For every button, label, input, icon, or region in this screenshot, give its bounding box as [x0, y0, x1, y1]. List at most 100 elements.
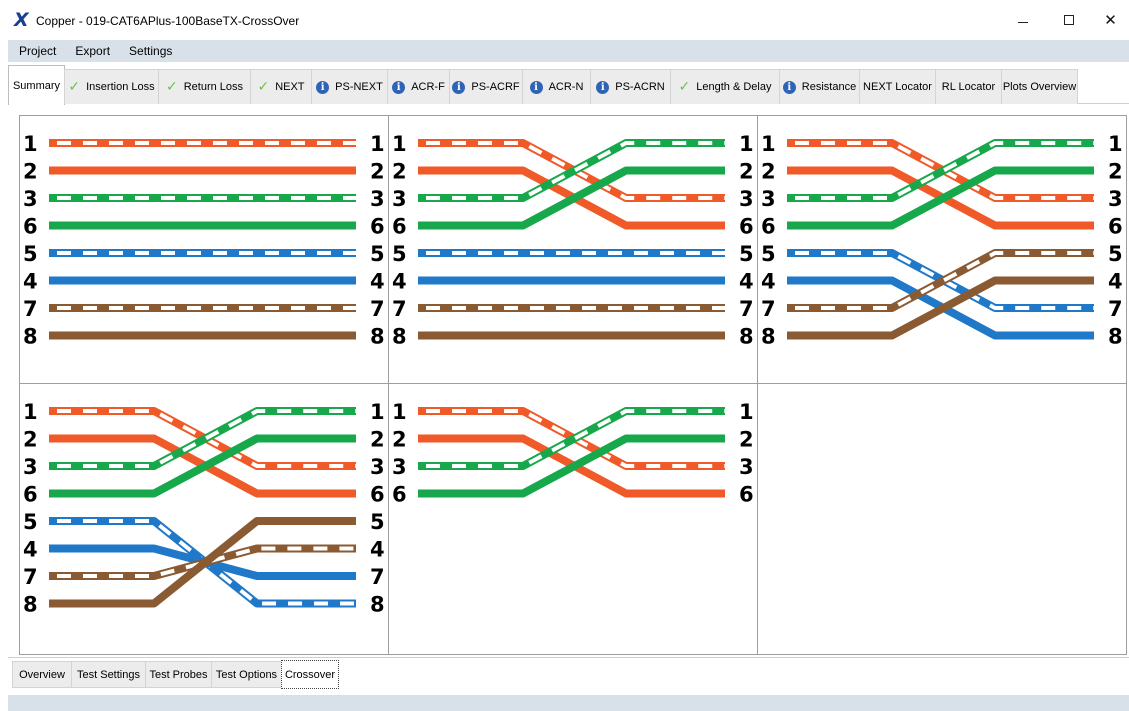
left-pin-label: 6 [23, 483, 38, 507]
wiremap-svg: 1 2 3 6 5 4 7 8 1 2 3 6 5 4 7 8 [761, 132, 1123, 349]
left-pin-label: 5 [392, 242, 407, 266]
right-pin-label: 6 [370, 215, 385, 239]
tab-next-locator[interactable]: NEXT Locator [859, 69, 936, 104]
left-pin-label: 4 [392, 270, 407, 294]
right-pin-label: 1 [370, 400, 385, 424]
right-pin-label: 3 [739, 187, 754, 211]
tab-ps-acrf[interactable]: i PS-ACRF [449, 69, 523, 104]
left-pin-label: 1 [23, 132, 38, 156]
tab-return-loss[interactable]: ✓ Return Loss [158, 69, 251, 104]
left-pin-label: 2 [392, 160, 407, 184]
left-pin-label: 3 [23, 455, 38, 479]
title-bar: X Copper - 019-CAT6APlus-100BaseTX-Cross… [0, 0, 1129, 40]
bottom-tab-overview[interactable]: Overview [12, 661, 72, 688]
right-pin-label: 6 [739, 483, 754, 507]
wiremap-svg: 1 2 3 6 5 4 7 8 1 2 3 6 5 4 7 8 [392, 132, 754, 349]
right-pin-label: 3 [370, 187, 385, 211]
test-tab-strip: Summary ✓ Insertion Loss ✓ Return Loss ✓ NEXT i… [8, 62, 1129, 105]
left-pin-label: 4 [761, 270, 776, 294]
left-pin-label: 6 [392, 483, 407, 507]
right-pin-label: 8 [370, 325, 385, 349]
tab-label: Plots Overview [1002, 81, 1077, 93]
empty-cell [758, 384, 1126, 654]
tab-label: PS-ACRF [471, 81, 520, 93]
right-pin-label: 1 [1108, 132, 1123, 156]
tab-ps-next[interactable]: i PS-NEXT [311, 69, 388, 104]
menu-project[interactable]: Project [8, 40, 64, 62]
window-title: Copper - 019-CAT6APlus-100BaseTX-CrossOv… [36, 14, 300, 28]
right-pin-label: 6 [370, 483, 385, 507]
wiremap-crossover-all-pairs-twisted: 1 2 3 6 5 4 7 8 1 2 3 6 5 4 7 8 [20, 384, 389, 654]
menu-export[interactable]: Export [64, 40, 118, 62]
checkmark-icon: ✓ [165, 79, 178, 95]
wire-brown-8 [49, 517, 356, 608]
left-pin-label: 2 [23, 428, 38, 452]
checkmark-icon: ✓ [68, 79, 81, 95]
left-pin-label: 4 [23, 538, 38, 562]
right-pin-label: 5 [1108, 242, 1123, 266]
tab-resistance[interactable]: i Resistance [779, 69, 860, 104]
wiremap-crossover-four-wire: 1 2 3 6 1 2 3 6 [389, 384, 758, 654]
wiremap-crossover-orange-green: 1 2 3 6 5 4 7 8 1 2 3 6 5 4 7 8 [389, 116, 758, 384]
info-icon: i [392, 80, 406, 94]
left-pin-label: 7 [23, 297, 38, 321]
right-pin-label: 6 [739, 215, 754, 239]
tab-label: Return Loss [183, 81, 244, 93]
bottom-tab-test-options[interactable]: Test Options [211, 661, 282, 688]
right-pin-label: 4 [370, 538, 385, 562]
app-logo-icon: X [14, 9, 29, 31]
right-pin-label: 2 [739, 428, 754, 452]
left-pin-label: 6 [761, 215, 776, 239]
info-icon: i [596, 80, 610, 94]
wiremap-svg: 1 2 3 6 5 4 7 8 1 2 3 6 5 4 7 8 [23, 132, 385, 349]
right-pin-label: 2 [370, 160, 385, 184]
left-pin-label: 3 [392, 187, 407, 211]
tab-label: ACR-F [411, 81, 445, 93]
minimize-button[interactable] [1000, 0, 1046, 40]
tab-acr-n[interactable]: i ACR-N [522, 69, 591, 104]
tab-length-delay[interactable]: ✓ Length & Delay [670, 69, 780, 104]
right-pin-label: 4 [739, 270, 754, 294]
wiremap-grid: 1236547812365478123654781236547812365478… [19, 115, 1127, 655]
left-pin-label: 8 [23, 325, 38, 349]
tab-plots-overview[interactable]: Plots Overview [1001, 69, 1078, 104]
info-icon: i [782, 80, 796, 94]
tab-insertion-loss[interactable]: ✓ Insertion Loss [64, 69, 159, 104]
menu-settings[interactable]: Settings [118, 40, 180, 62]
right-pin-label: 8 [1108, 325, 1123, 349]
maximize-button[interactable] [1046, 0, 1092, 40]
tab-label: Resistance [801, 81, 857, 93]
bottom-tab-crossover[interactable]: Crossover [281, 660, 339, 689]
crossover-panel: 1236547812365478123654781236547812365478… [8, 105, 1129, 657]
tab-ps-acrn[interactable]: i PS-ACRN [590, 69, 671, 104]
wiremap-svg: 1 2 3 6 1 2 3 6 [392, 400, 754, 507]
tab-acr-f[interactable]: i ACR-F [387, 69, 450, 104]
info-icon: i [529, 80, 543, 94]
left-pin-label: 7 [23, 565, 38, 589]
close-button[interactable]: ✕ [1092, 0, 1129, 40]
app-window: X Copper - 019-CAT6APlus-100BaseTX-Cross… [0, 0, 1129, 711]
tab-next[interactable]: ✓ NEXT [250, 69, 312, 104]
left-pin-label: 5 [23, 242, 38, 266]
left-pin-label: 2 [23, 160, 38, 184]
tab-label: PS-NEXT [335, 81, 383, 93]
right-pin-label: 3 [370, 455, 385, 479]
maximize-icon [1064, 15, 1074, 25]
left-pin-label: 6 [23, 215, 38, 239]
bottom-tab-test-settings[interactable]: Test Settings [71, 661, 146, 688]
left-pin-label: 8 [761, 325, 776, 349]
left-pin-label: 1 [392, 400, 407, 424]
bottom-tab-test-probes[interactable]: Test Probes [145, 661, 212, 688]
right-pin-label: 8 [370, 593, 385, 617]
right-pin-label: 2 [739, 160, 754, 184]
right-pin-label: 1 [739, 400, 754, 424]
tab-summary[interactable]: Summary [8, 65, 65, 105]
left-pin-label: 2 [392, 428, 407, 452]
checkmark-icon: ✓ [257, 79, 270, 95]
right-pin-label: 4 [1108, 270, 1123, 294]
tab-rl-locator[interactable]: RL Locator [935, 69, 1002, 104]
right-pin-label: 8 [739, 325, 754, 349]
left-pin-label: 4 [23, 270, 38, 294]
right-pin-label: 5 [370, 242, 385, 266]
right-pin-label: 7 [1108, 297, 1123, 321]
